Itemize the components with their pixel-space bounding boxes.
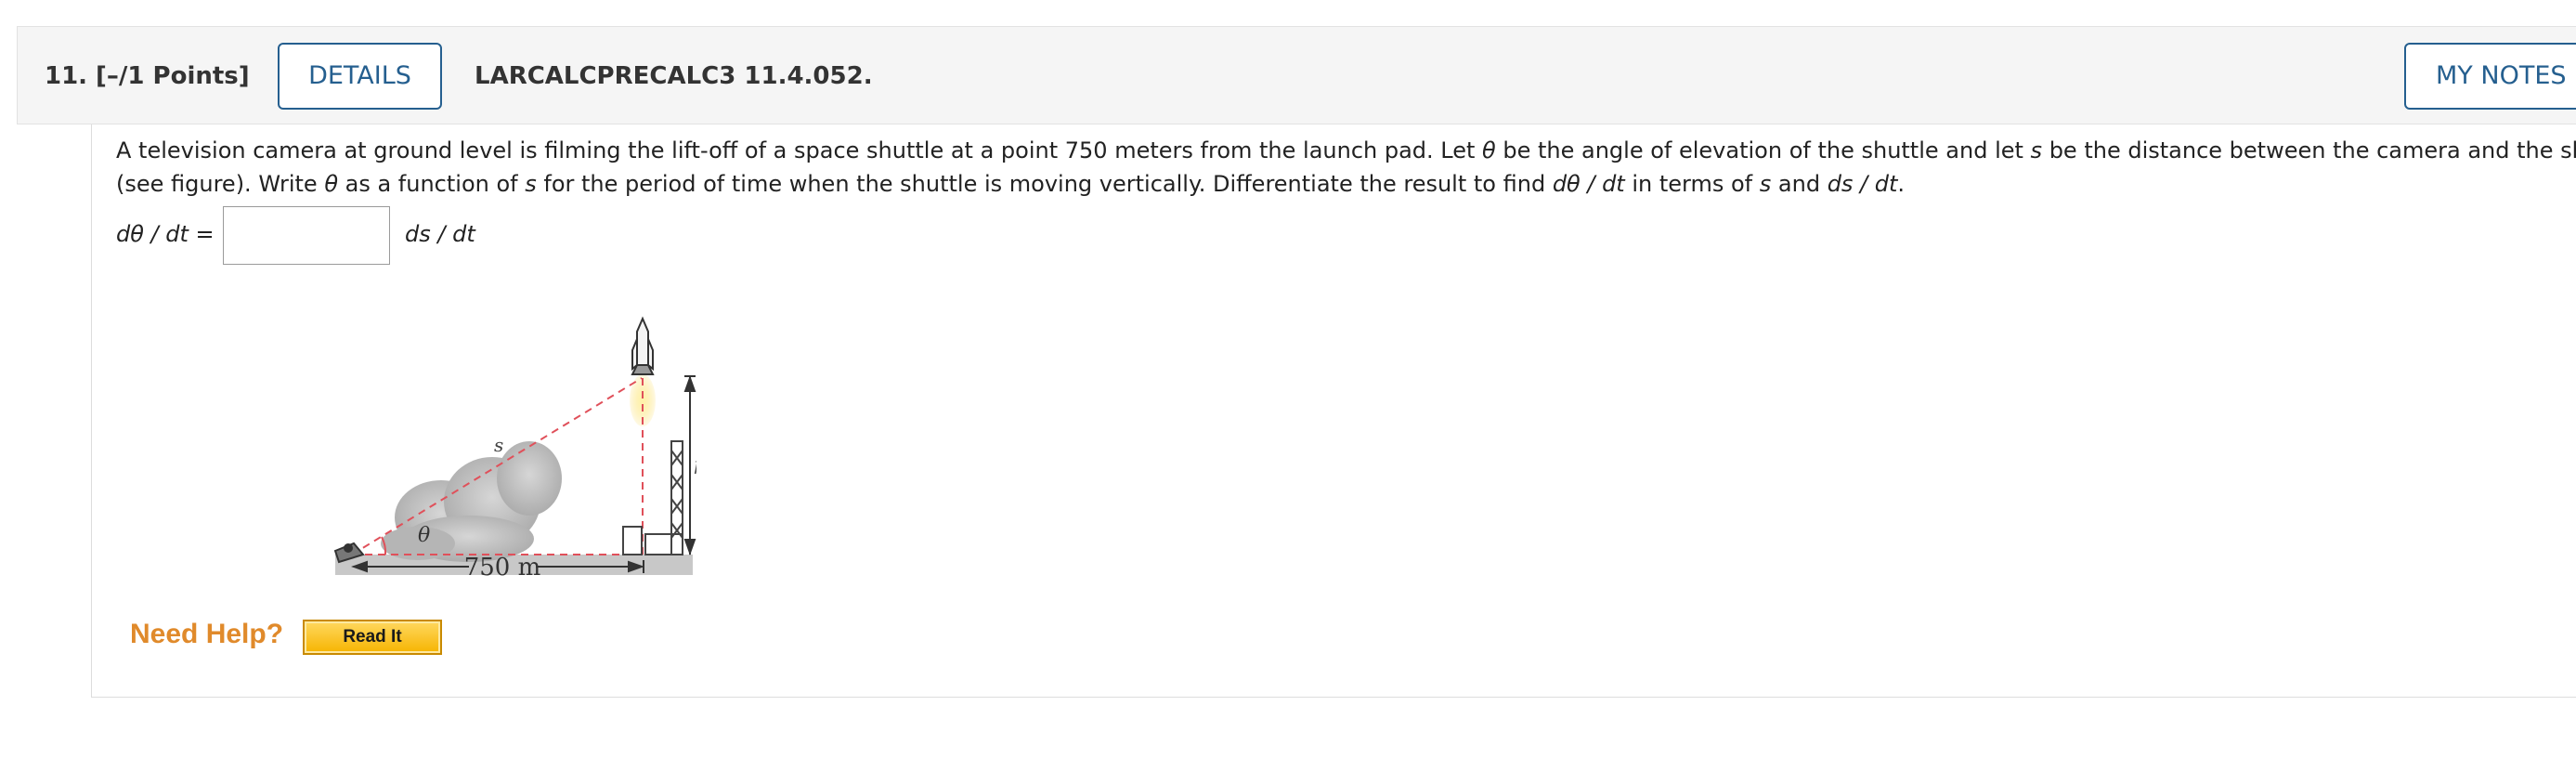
launch-tower <box>622 440 683 555</box>
prompt-text-run: A television camera at ground level is f… <box>116 137 1483 163</box>
prompt-text-run: s <box>2030 137 2043 163</box>
question-number: 11. <box>45 62 88 90</box>
question-header: 11. [–/1 Points] DETAILS LARCALCPRECALC3… <box>17 26 2576 124</box>
answer-unit: ds / dt <box>405 221 475 247</box>
prompt-text-run: θ <box>1482 137 1496 163</box>
answer-label: dθ / dt = <box>116 221 215 247</box>
prompt-text-run: . <box>1897 171 1906 197</box>
prompt-text-run: s <box>1759 171 1772 197</box>
smoke-cloud <box>381 441 562 562</box>
h-label: h <box>694 459 696 478</box>
my-notes-button[interactable]: MY NOTES <box>2404 43 2576 110</box>
answer-input[interactable] <box>223 206 390 265</box>
question-source: LARCALCPRECALC3 11.4.052. <box>475 62 873 90</box>
prompt-text-run: (see figure). Write <box>116 171 325 197</box>
prompt-line-1: A television camera at ground level is f… <box>116 135 2576 166</box>
prompt-text-run: θ <box>324 171 338 197</box>
need-help-label: Need Help? <box>130 619 284 649</box>
shuttle-launch-figure: 750 m s h θ <box>333 316 696 581</box>
prompt-text-run: for the period of time when the shuttle … <box>536 171 1553 197</box>
prompt-text-run: dθ / dt <box>1552 171 1625 197</box>
theta-label: θ <box>418 524 430 547</box>
prompt-text-run: s <box>525 171 537 197</box>
prompt-text-run: and <box>1771 171 1828 197</box>
question-points: [–/1 Points] <box>96 62 250 90</box>
prompt-text-run: be the angle of elevation of the shuttle… <box>1495 137 2031 163</box>
read-it-button[interactable]: Read It <box>303 620 442 655</box>
prompt-line-2: (see figure). Write θ as a function of s… <box>116 168 1905 200</box>
details-button[interactable]: DETAILS <box>278 43 442 110</box>
prompt-text-run: as a function of <box>338 171 526 197</box>
prompt-text-run: be the distance between the camera and t… <box>2049 137 2576 163</box>
distance-label: 750 m <box>464 554 541 581</box>
space-shuttle <box>631 316 655 375</box>
prompt-text-run: ds / dt <box>1827 171 1898 197</box>
prompt-text-run: in terms of <box>1624 171 1760 197</box>
s-label: s <box>494 434 503 456</box>
